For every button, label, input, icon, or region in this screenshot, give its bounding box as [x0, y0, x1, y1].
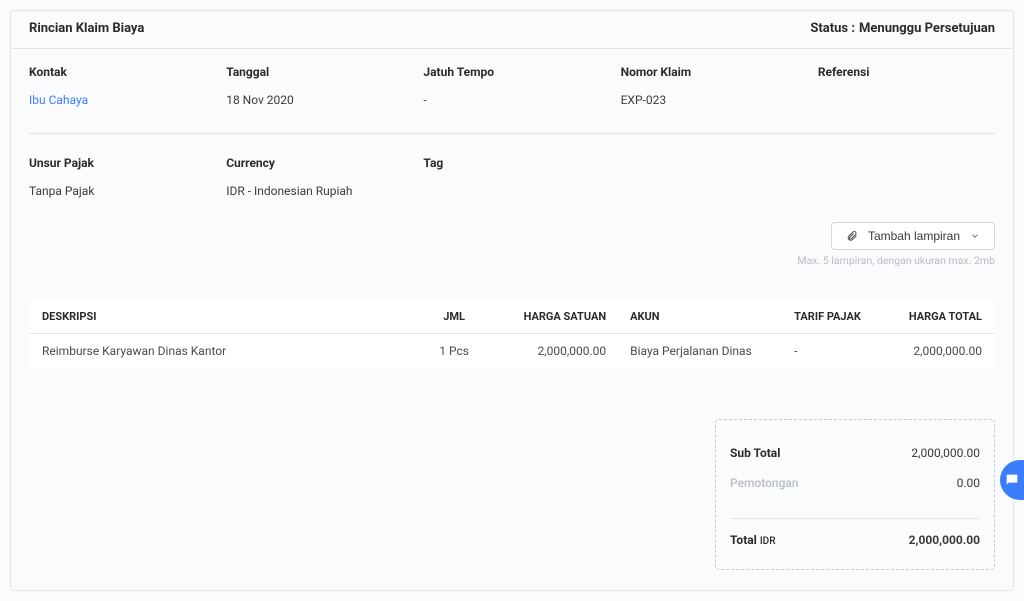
status-value: Menunggu Persetujuan [859, 21, 995, 36]
divider [29, 133, 995, 134]
status-display: Status : Menunggu Persetujuan [810, 21, 995, 36]
add-attachment-label: Tambah lampiran [868, 229, 960, 243]
table-row: Reimburse Karyawan Dinas Kantor 1 Pcs 2,… [30, 334, 995, 369]
summary-subtotal-row: Sub Total 2,000,000.00 [730, 438, 980, 468]
paperclip-icon [846, 230, 858, 242]
unsur-pajak-value: Tanpa Pajak [29, 184, 206, 198]
tag-label: Tag [423, 156, 600, 170]
cell-jml: 1 Pcs [416, 334, 493, 369]
cell-deskripsi: Reimburse Karyawan Dinas Kantor [30, 334, 416, 369]
info-section-1: Kontak Ibu Cahaya Tanggal 18 Nov 2020 Ja… [11, 49, 1013, 127]
line-items-table: DESKRIPSI JML HARGA SATUAN AKUN TARIF PA… [29, 299, 995, 369]
total-value: 2,000,000.00 [909, 533, 980, 547]
nomor-klaim-value: EXP-023 [621, 93, 798, 107]
tanggal-value: 18 Nov 2020 [226, 93, 403, 107]
chevron-down-icon [970, 231, 980, 241]
tanggal-label: Tanggal [226, 65, 403, 79]
jatuh-tempo-label: Jatuh Tempo [423, 65, 600, 79]
cell-tarif-pajak: - [782, 334, 879, 369]
currency-label: Currency [226, 156, 403, 170]
col-harga-satuan: HARGA SATUAN [493, 300, 618, 334]
col-tarif-pajak: TARIF PAJAK [782, 300, 879, 334]
cell-harga-satuan: 2,000,000.00 [493, 334, 618, 369]
attachment-hint: Max. 5 lampiran, dengan ukuran max. 2mb [797, 254, 995, 267]
subtotal-value: 2,000,000.00 [911, 446, 980, 460]
add-attachment-button[interactable]: Tambah lampiran [831, 222, 995, 250]
summary-box: Sub Total 2,000,000.00 Pemotongan 0.00 T… [715, 419, 995, 570]
col-akun: AKUN [618, 300, 782, 334]
referensi-label: Referensi [818, 65, 995, 79]
attachment-area: Tambah lampiran Max. 5 lampiran, dengan … [11, 218, 1013, 275]
kontak-label: Kontak [29, 65, 206, 79]
cell-akun: Biaya Perjalanan Dinas [618, 334, 782, 369]
panel-header: Rincian Klaim Biaya Status : Menunggu Pe… [11, 11, 1013, 49]
pemotongan-label: Pemotongan [730, 476, 799, 490]
status-label: Status : [810, 21, 855, 36]
info-section-2: Unsur Pajak Tanpa Pajak Currency IDR - I… [11, 140, 1013, 218]
col-jml: JML [416, 300, 493, 334]
expense-detail-panel: Rincian Klaim Biaya Status : Menunggu Pe… [10, 10, 1014, 591]
chat-icon [1004, 472, 1020, 488]
col-harga-total: HARGA TOTAL [879, 300, 995, 334]
summary-total-row: Total IDR 2,000,000.00 [730, 518, 980, 555]
table-header-row: DESKRIPSI JML HARGA SATUAN AKUN TARIF PA… [30, 300, 995, 334]
unsur-pajak-label: Unsur Pajak [29, 156, 206, 170]
subtotal-label: Sub Total [730, 446, 780, 460]
currency-value: IDR - Indonesian Rupiah [226, 184, 403, 198]
cell-harga-total: 2,000,000.00 [879, 334, 995, 369]
nomor-klaim-label: Nomor Klaim [621, 65, 798, 79]
kontak-link[interactable]: Ibu Cahaya [29, 93, 206, 107]
total-label: Total IDR [730, 533, 776, 547]
page-title: Rincian Klaim Biaya [29, 21, 144, 36]
summary-pemotongan-row: Pemotongan 0.00 [730, 468, 980, 498]
jatuh-tempo-value: - [423, 93, 600, 107]
col-deskripsi: DESKRIPSI [30, 300, 416, 334]
pemotongan-value: 0.00 [957, 476, 980, 490]
